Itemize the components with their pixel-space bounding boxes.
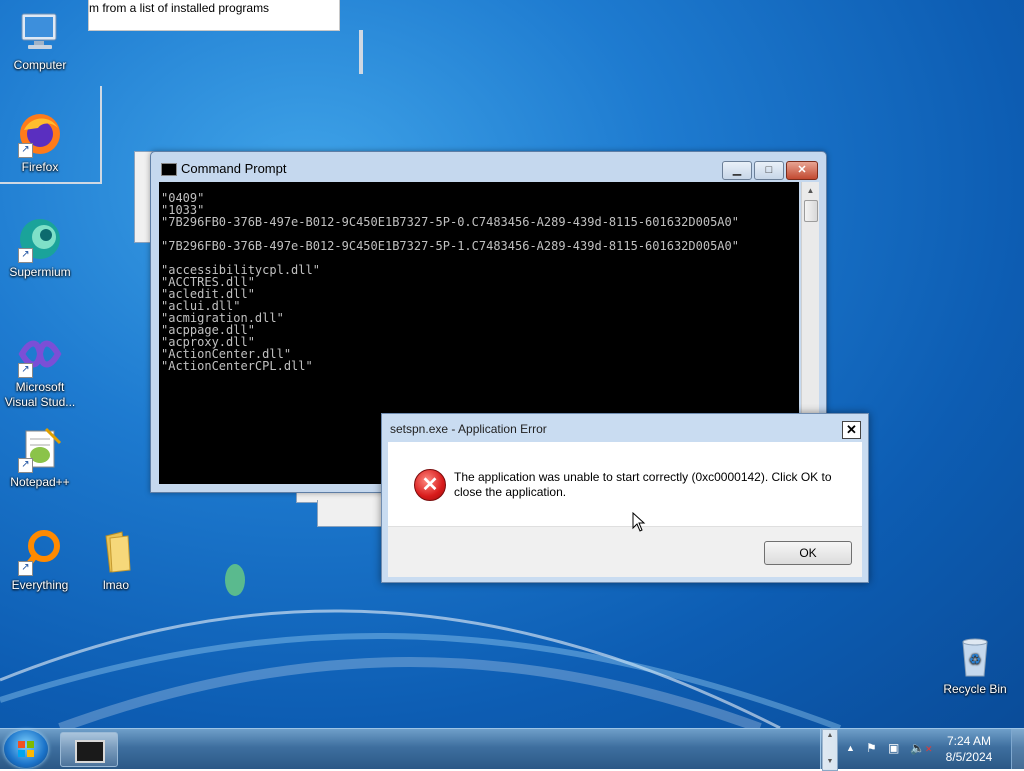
desktop-icon-supermium[interactable]: ↗ Supermium [0,215,80,280]
error-icon: ✕ [414,469,446,501]
error-message: The application was unable to start corr… [454,470,832,499]
visual-studio-icon: ↗ [16,330,64,378]
notepad-plus-plus-icon: ↗ [16,425,64,473]
start-button[interactable] [4,730,48,768]
shortcut-arrow-icon: ↗ [18,561,33,576]
svg-text:♻: ♻ [969,652,982,668]
firefox-icon: ↗ [16,110,64,158]
mute-x-icon: ✕ [924,744,933,754]
show-hidden-icons-icon[interactable]: ▲ [846,743,855,753]
computer-icon [16,8,64,56]
clock-time: 7:24 AM [946,734,992,748]
desktop-icon-label: Recycle Bin [943,682,1007,696]
desktop-icon-label: Everything [11,578,69,592]
volume-muted-icon[interactable]: 🔈✕ [910,741,933,755]
network-icon[interactable]: ▣ [888,741,899,755]
desktop-icon-label: Firefox [21,160,59,174]
desktop-icon-computer[interactable]: Computer [0,8,80,73]
clock[interactable]: 7:24 AM 8/5/2024 [939,733,999,765]
desktop: m from a list of installed programs Comp… [0,0,1024,728]
mouse-cursor-icon [632,512,646,532]
desktop-icon-everything[interactable]: ↗ Everything [0,528,80,593]
shortcut-arrow-icon: ↗ [18,458,33,473]
ok-button[interactable]: OK [764,541,852,565]
folder-icon [92,528,140,576]
shortcut-arrow-icon: ↗ [18,143,33,158]
desktop-icon-label: lmao [102,578,129,592]
dialog-title: setspn.exe - Application Error [390,422,547,436]
background-window-edge [317,500,389,527]
desktop-icon-recycle-bin[interactable]: ♻ Recycle Bin [935,632,1015,697]
close-button[interactable]: ✕ [786,161,818,180]
everything-search-icon: ↗ [16,528,64,576]
cmd-taskbar-icon [75,740,105,763]
clock-date: 8/5/2024 [945,750,993,764]
application-error-dialog[interactable]: setspn.exe - Application Error ✕ ✕ The a… [381,413,869,583]
dialog-close-button[interactable]: ✕ [842,421,861,439]
action-center-flag-icon[interactable]: ⚑ [866,741,877,755]
scrollbar-thumb[interactable] [804,200,818,222]
maximize-icon: □ [765,164,773,176]
desktop-icon-label: Notepad++ [10,475,70,489]
close-icon: ✕ [846,422,857,437]
shortcut-arrow-icon: ↗ [18,248,33,263]
desktop-icon-label: Microsoft Visual Stud... [4,380,76,409]
notification-area: ▲ ⚑ ▣ 🔈✕ 7:24 AM 8/5/2024 [820,729,1024,769]
partial-window-edge [359,30,363,74]
supermium-icon: ↗ [16,215,64,263]
maximize-button[interactable]: □ [754,161,784,180]
partial-window-strip[interactable]: m from a list of installed programs [88,0,340,31]
close-icon: ✕ [797,164,807,176]
show-desktop-button[interactable] [1011,729,1024,769]
desktop-icon-notepadpp[interactable]: ↗ Notepad++ [0,425,80,490]
tray-separator [820,729,835,769]
taskbar: ▲ ▼ ▲ ⚑ ▣ 🔈✕ 7:24 AM 8/5/2024 [0,728,1024,771]
caption-buttons: ▁ □ ✕ [720,161,818,180]
desktop-icon-lmao-folder[interactable]: lmao [76,528,156,593]
desktop-icon-label: Computer [13,58,67,72]
taskbar-item-command-prompt[interactable] [60,732,118,767]
console-text: "0409" "1033" "7B296FB0-376B-497e-B012-9… [161,191,739,373]
desktop-icon-visual-studio[interactable]: ↗ Microsoft Visual Stud... [0,330,80,410]
scroll-up-arrow-icon[interactable]: ▲ [802,182,819,199]
desktop-icon-firefox[interactable]: ↗ Firefox [0,110,80,175]
recycle-bin-icon: ♻ [951,632,999,680]
windows-logo-icon [18,741,34,757]
cmd-title-text: Command Prompt [181,161,287,176]
minimize-icon: ▁ [732,164,742,176]
partial-window-text: m from a list of installed programs [89,1,270,15]
dialog-body: ✕ The application was unable to start co… [388,442,862,526]
cmd-title-bar[interactable]: Command Prompt [161,159,741,179]
dialog-footer: OK [388,526,862,577]
cmd-app-icon [161,163,177,176]
shortcut-arrow-icon: ↗ [18,363,33,378]
minimize-button[interactable]: ▁ [722,161,752,180]
desktop-icon-label: Supermium [9,265,71,279]
